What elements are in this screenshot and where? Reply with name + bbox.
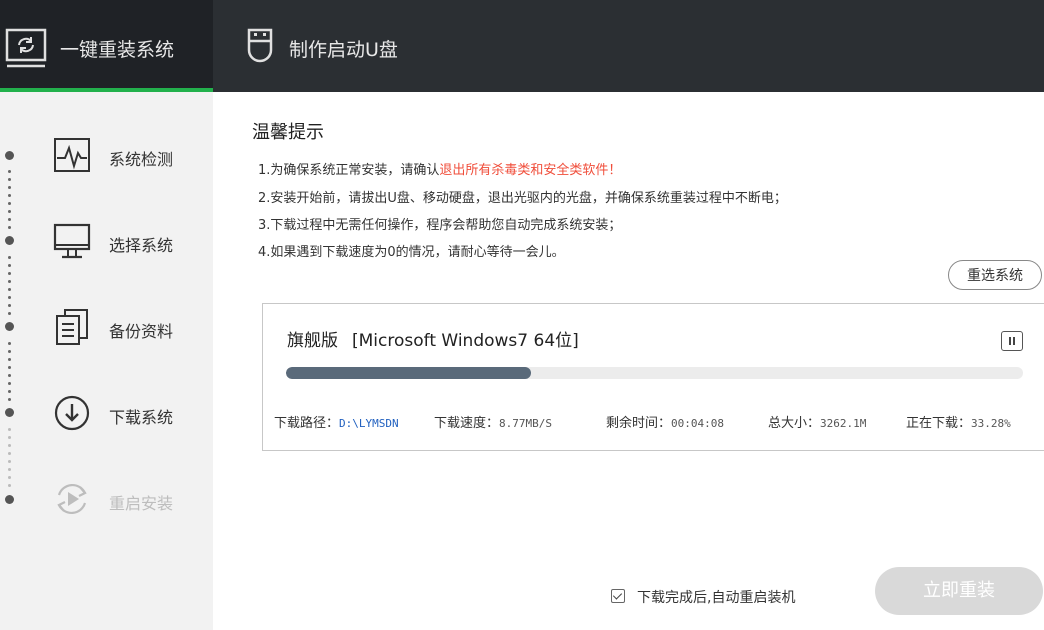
remaining-time: 剩余时间：00:04:08 xyxy=(606,412,724,431)
monitor-refresh-icon xyxy=(5,28,47,68)
tip-line-1-warning: 退出所有杀毒类和安全类软件！ xyxy=(439,163,622,178)
timeline-connector xyxy=(8,264,11,267)
total-size-label: 总大小： xyxy=(768,416,821,431)
timeline-connector xyxy=(8,374,11,377)
step-label-select: 选择系统 xyxy=(109,236,174,255)
step-label-restart: 重启安装 xyxy=(109,494,174,513)
download-path: 下载路径：D:\LYMSDN xyxy=(274,412,399,431)
total-size-value: 3262.1M xyxy=(820,417,867,430)
tab-make-usb-boot-label[interactable]: 制作启动U盘 xyxy=(289,35,398,62)
timeline-connector xyxy=(8,428,11,431)
reselect-system-button[interactable]: 重选系统 xyxy=(948,260,1042,290)
pause-button[interactable] xyxy=(1001,331,1023,351)
tip-line-3: 3.下载过程中无需任何操作，程序会帮助您自动完成系统安装； xyxy=(258,218,622,233)
timeline-connector xyxy=(8,280,11,283)
step-dot-detect xyxy=(5,151,14,160)
timeline-connector xyxy=(8,202,11,205)
timeline-connector xyxy=(8,210,11,213)
remaining-time-label: 剩余时间： xyxy=(606,416,672,431)
timeline-connector xyxy=(8,444,11,447)
timeline-connector xyxy=(8,288,11,291)
download-speed-value: 8.77MB/S xyxy=(499,417,552,430)
total-size: 总大小：3262.1M xyxy=(768,412,866,431)
step-label-detect: 系统检测 xyxy=(109,150,174,169)
timeline-connector xyxy=(8,170,11,173)
timeline-connector xyxy=(8,186,11,189)
timeline-connector xyxy=(8,350,11,353)
timeline-connector xyxy=(8,256,11,259)
timeline-connector xyxy=(8,484,11,487)
timeline-connector xyxy=(8,390,11,393)
documents-icon xyxy=(56,309,88,345)
timeline-connector xyxy=(8,312,11,315)
install-now-button[interactable]: 立即重装 xyxy=(875,567,1043,615)
timeline-connector xyxy=(8,366,11,369)
auto-restart-checkbox[interactable] xyxy=(611,589,625,603)
restart-play-icon xyxy=(57,483,87,515)
monitor-icon xyxy=(53,223,91,259)
download-path-value: D:\LYMSDN xyxy=(339,417,399,430)
tip-line-4: 4.如果遇到下载速度为0的情况，请耐心等待一会儿。 xyxy=(258,245,565,260)
timeline-connector xyxy=(8,226,11,229)
timeline-connector xyxy=(8,476,11,479)
download-progress-bar xyxy=(286,367,1023,379)
timeline-connector xyxy=(8,272,11,275)
timeline-connector xyxy=(8,382,11,385)
timeline-connector xyxy=(8,218,11,221)
timeline-connector xyxy=(8,398,11,401)
sidebar xyxy=(0,92,213,630)
download-speed-label: 下载速度： xyxy=(434,416,500,431)
tab-one-click-reinstall-label: 一键重装系统 xyxy=(60,39,175,61)
timeline-connector xyxy=(8,460,11,463)
step-dot-backup xyxy=(5,322,14,331)
timeline-connector xyxy=(8,468,11,471)
system-edition-title: 旗舰版 [Microsoft Windows7 64位] xyxy=(287,326,579,351)
timeline-connector xyxy=(8,304,11,307)
tip-line-1-text: 1.为确保系统正常安装，请确认 xyxy=(258,163,440,178)
timeline-connector xyxy=(8,296,11,299)
timeline-connector xyxy=(8,178,11,181)
download-progress-fill xyxy=(286,367,532,379)
tip-line-1: 1.为确保系统正常安装，请确认退出所有杀毒类和安全类软件！ xyxy=(258,159,621,178)
download-percent-value: 33.28% xyxy=(971,417,1011,430)
tip-line-2: 2.安装开始前，请拔出U盘、移动硬盘，退出光驱内的光盘，并确保系统重装过程中不断… xyxy=(258,191,787,206)
edition-label: 旗舰版 xyxy=(287,331,338,351)
download-circle-icon xyxy=(54,395,90,431)
download-path-label: 下载路径： xyxy=(274,416,340,431)
step-label-backup: 备份资料 xyxy=(109,322,174,341)
step-label-download: 下载系统 xyxy=(109,408,174,427)
timeline-connector xyxy=(8,194,11,197)
download-speed: 下载速度：8.77MB/S xyxy=(434,412,552,431)
timeline-connector xyxy=(8,342,11,345)
os-name: [Microsoft Windows7 64位] xyxy=(352,331,579,351)
auto-restart-label[interactable]: 下载完成后,自动重启装机 xyxy=(637,587,795,607)
step-dot-select xyxy=(5,236,14,245)
download-percent: 正在下载：33.28% xyxy=(906,412,1011,431)
usb-drive-icon[interactable] xyxy=(246,27,274,65)
timeline-connector xyxy=(8,436,11,439)
step-dot-download xyxy=(5,408,14,417)
step-dot-restart xyxy=(5,495,14,504)
timeline-connector xyxy=(8,452,11,455)
download-percent-label: 正在下载： xyxy=(906,416,972,431)
pulse-icon xyxy=(54,138,90,172)
timeline-connector xyxy=(8,358,11,361)
tips-title: 温馨提示 xyxy=(252,122,324,143)
remaining-time-value: 00:04:08 xyxy=(671,417,724,430)
